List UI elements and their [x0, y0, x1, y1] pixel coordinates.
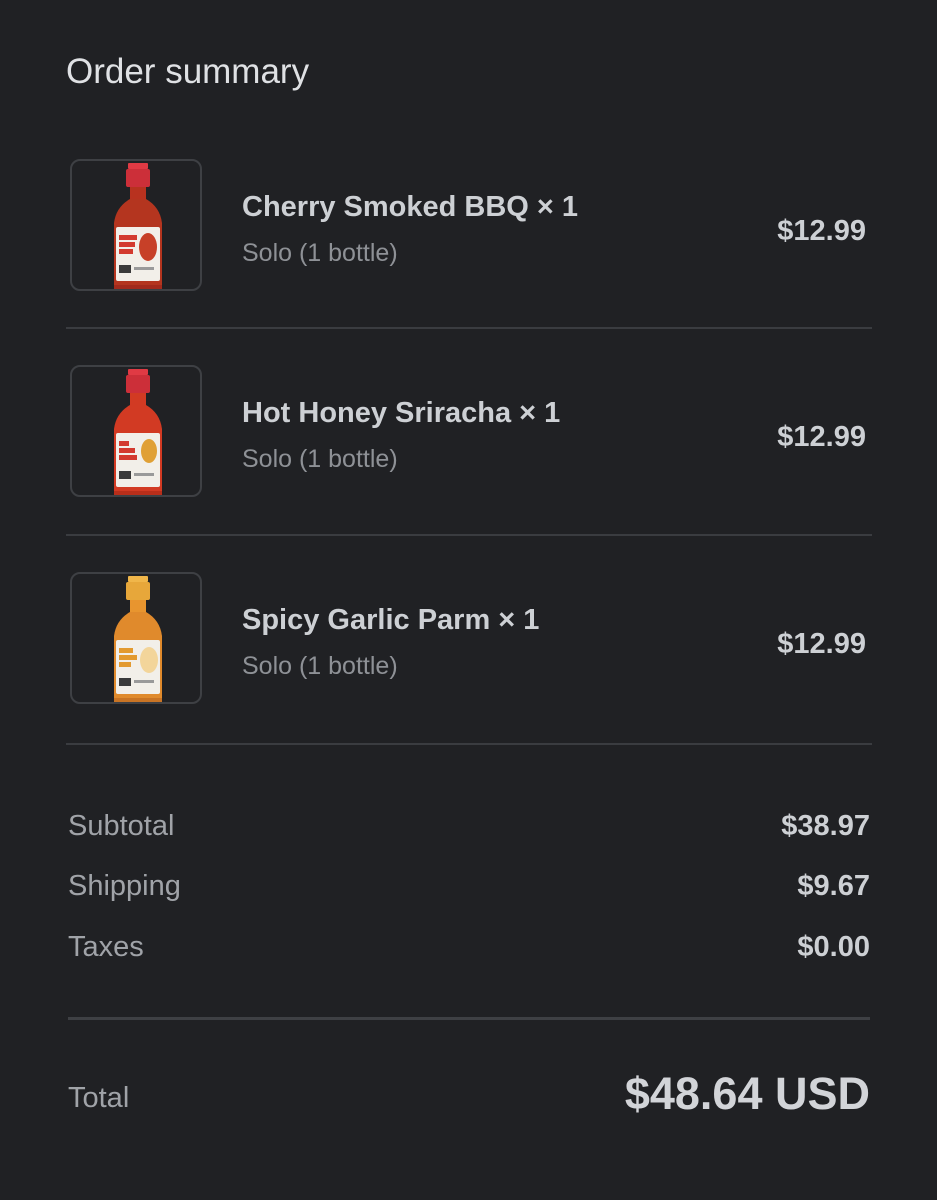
item-variant: Solo (1 bottle): [242, 445, 398, 473]
item-variant: Solo (1 bottle): [242, 652, 398, 680]
page-title: Order summary: [66, 52, 310, 91]
shipping-label: Shipping: [68, 870, 181, 902]
order-line-item: Cherry Smoked BBQ × 1 Solo (1 bottle) $1…: [66, 159, 872, 299]
order-line-item: Hot Honey Sriracha × 1 Solo (1 bottle) $…: [66, 365, 872, 505]
taxes-label: Taxes: [68, 931, 144, 963]
sauce-bottle-icon: [114, 369, 162, 495]
divider: [66, 743, 872, 745]
item-price: $12.99: [777, 421, 866, 453]
total-value: $48.64 USD: [624, 1068, 870, 1119]
shipping-row: Shipping $9.67: [68, 866, 870, 906]
item-price: $12.99: [777, 215, 866, 247]
item-variant: Solo (1 bottle): [242, 239, 398, 267]
item-price: $12.99: [777, 628, 866, 660]
taxes-value: $0.00: [797, 931, 870, 963]
product-thumbnail: [70, 572, 202, 704]
sauce-bottle-icon: [114, 576, 162, 702]
product-thumbnail: [70, 159, 202, 291]
subtotal-row: Subtotal $38.97: [68, 806, 870, 846]
sauce-bottle-icon: [114, 163, 162, 289]
divider: [66, 327, 872, 329]
divider: [68, 1017, 870, 1020]
item-name: Hot Honey Sriracha × 1: [242, 397, 561, 429]
total-label: Total: [68, 1082, 130, 1114]
product-thumbnail: [70, 365, 202, 497]
order-line-item: Spicy Garlic Parm × 1 Solo (1 bottle) $1…: [66, 572, 872, 712]
taxes-row: Taxes $0.00: [68, 927, 870, 967]
shipping-value: $9.67: [797, 870, 870, 902]
item-name: Cherry Smoked BBQ × 1: [242, 191, 579, 223]
divider: [66, 534, 872, 536]
subtotal-value: $38.97: [781, 810, 870, 842]
subtotal-label: Subtotal: [68, 810, 175, 842]
item-name: Spicy Garlic Parm × 1: [242, 604, 540, 636]
